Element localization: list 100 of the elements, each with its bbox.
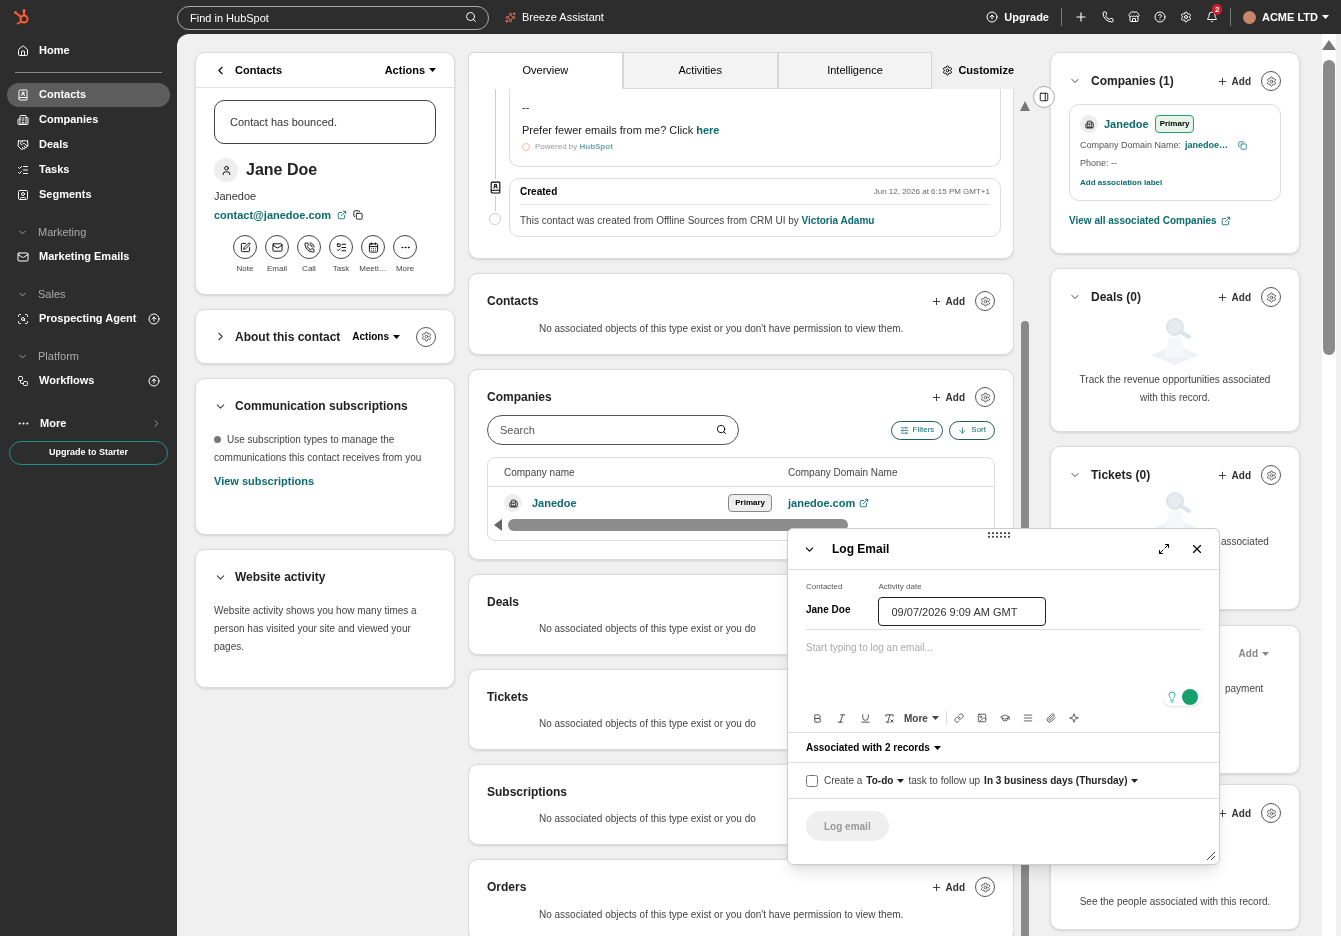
copy-icon[interactable] (353, 209, 364, 220)
sidebar-item[interactable]: Contacts (7, 82, 170, 107)
scroll-left-arrow-icon[interactable] (494, 519, 502, 531)
add-button[interactable]: Add (1216, 73, 1251, 89)
workflow-icon (17, 374, 29, 387)
sidebar-item[interactable]: Deals (7, 132, 170, 157)
card-title[interactable]: Tickets (0) (1091, 466, 1207, 484)
section-heading[interactable]: Platform (7, 344, 170, 368)
card-title[interactable]: Website activity (235, 568, 436, 586)
more-menu-item[interactable]: More (40, 414, 141, 432)
view-subscriptions-link[interactable]: View subscriptions (214, 473, 315, 490)
user-link[interactable]: Victoria Adamu (801, 215, 875, 226)
sidebar-item[interactable]: Workflows (7, 368, 170, 393)
store-icon[interactable] (1128, 11, 1140, 23)
caret-icon (933, 745, 941, 750)
sidebar-item[interactable]: Prospecting Agent (7, 306, 170, 331)
card-title[interactable]: About this contact (235, 327, 345, 346)
section-heading[interactable]: Marketing (7, 220, 170, 244)
tab[interactable]: Overview (468, 52, 623, 89)
add-button[interactable]: Add (1216, 289, 1251, 305)
tab[interactable]: Activities (622, 52, 778, 89)
grammar-assistant-widget[interactable] (1163, 688, 1201, 706)
avatar[interactable] (1243, 10, 1256, 24)
email-body-field[interactable]: Start typing to log an email... (806, 640, 1201, 690)
upgrade-button[interactable]: Upgrade (986, 8, 1049, 26)
search-field[interactable]: Find in HubSpot (177, 6, 489, 30)
expand-icon[interactable] (1158, 543, 1170, 555)
gear-icon (979, 881, 991, 893)
follow-up-checkbox[interactable] (806, 774, 818, 787)
add-button[interactable]: Add (930, 293, 965, 309)
sidebar-item[interactable]: Companies (7, 107, 170, 132)
card-title[interactable]: Companies (1) (1091, 72, 1207, 90)
arrow-down-icon (958, 425, 968, 435)
panel-toggle-button[interactable] (1033, 86, 1055, 108)
add-button[interactable]: Add (1216, 805, 1251, 821)
due-date-menu[interactable]: In 3 business days (Thursday) (984, 773, 1139, 788)
domain-link[interactable]: janedoe.com (788, 494, 856, 512)
activity-description: This contact was created from Offline Sources from CRM UI by (520, 215, 800, 226)
card-title: Companies (487, 389, 552, 406)
task-type-menu[interactable]: To-do (866, 773, 905, 788)
empty-state-text: No associated objects of this type exist or you don't have permission to view them. (539, 908, 904, 922)
add-button[interactable]: Add (930, 389, 965, 405)
email-link[interactable]: contact@janedoe.com (214, 206, 332, 223)
company-link[interactable]: Janedoe (1104, 115, 1149, 133)
tab[interactable]: Intelligence (777, 52, 933, 89)
cap-icon[interactable] (999, 713, 1010, 723)
add-button[interactable]: Add (930, 879, 965, 895)
italic-icon[interactable] (836, 712, 847, 724)
actions-button[interactable]: Actions (352, 329, 400, 344)
customize-button[interactable]: Customize (942, 52, 1014, 89)
link-icon[interactable] (953, 713, 964, 723)
activity-date-field[interactable]: 09/07/2026 9:09 AM GMT (878, 597, 1047, 626)
drag-handle-icon[interactable] (988, 532, 1010, 538)
sidebar-item[interactable]: Tasks (7, 157, 170, 182)
column-header[interactable]: Company Domain Name (788, 464, 898, 480)
account-menu[interactable]: ACME LTD (1262, 8, 1329, 26)
external-link-icon[interactable] (859, 498, 870, 508)
sidebar-item[interactable]: Segments (7, 182, 170, 207)
help-icon[interactable] (1154, 11, 1166, 23)
phone-icon[interactable] (1102, 11, 1114, 23)
sparkle-icon[interactable] (1068, 713, 1079, 723)
actions-button[interactable]: Actions (384, 61, 436, 79)
sidebar-item[interactable]: Marketing Emails (7, 244, 170, 269)
back-link[interactable]: Contacts (235, 61, 385, 79)
domain-link[interactable]: janedoe… (1185, 139, 1229, 153)
field-label: Activity date (878, 581, 922, 593)
column-header[interactable]: Company name (504, 466, 575, 478)
company-link[interactable]: Janedoe (532, 494, 577, 512)
add-menu-button[interactable]: Add (1238, 646, 1269, 661)
gear-icon (1265, 75, 1277, 87)
associations-menu[interactable]: Associated with 2 records (806, 740, 941, 755)
bounced-alert: Contact has bounced. (214, 100, 436, 144)
card-title: Tickets (487, 689, 529, 706)
bell-icon[interactable] (1206, 11, 1218, 23)
view-all-link[interactable]: View all associated Companies (1069, 213, 1217, 228)
scroll-up-arrow-icon[interactable] (1322, 40, 1336, 50)
association-label-link[interactable]: Add association label (1080, 177, 1163, 189)
external-link-icon[interactable] (337, 209, 348, 220)
plus-icon[interactable] (1074, 10, 1088, 24)
clear-format-icon[interactable] (884, 712, 895, 724)
unsubscribe-link[interactable]: here (696, 123, 720, 136)
logo-icon[interactable] (13, 8, 31, 26)
empty-state-text: associated (1221, 535, 1269, 549)
paperclip-icon[interactable] (1045, 713, 1056, 723)
section-heading[interactable]: Sales (7, 282, 170, 306)
resize-grip-icon[interactable] (1205, 850, 1215, 860)
bold-icon[interactable] (812, 712, 823, 724)
card-title[interactable]: Deals (0) (1091, 288, 1207, 306)
settings-icon[interactable] (1180, 11, 1192, 23)
add-button[interactable]: Add (1216, 467, 1251, 483)
search-field[interactable]: Search (487, 415, 739, 445)
more-menu-button[interactable]: More (904, 710, 939, 726)
close-icon[interactable] (1190, 542, 1204, 556)
assistant-button[interactable]: Breeze Assistant (505, 8, 604, 26)
scroll-up-arrow-icon[interactable] (1020, 101, 1030, 111)
sidebar-item[interactable]: Home (7, 38, 170, 63)
image-icon[interactable] (976, 713, 987, 723)
underline-icon[interactable] (860, 712, 871, 724)
external-link-icon[interactable] (1220, 215, 1231, 226)
card-title[interactable]: Communication subscriptions (235, 397, 436, 415)
